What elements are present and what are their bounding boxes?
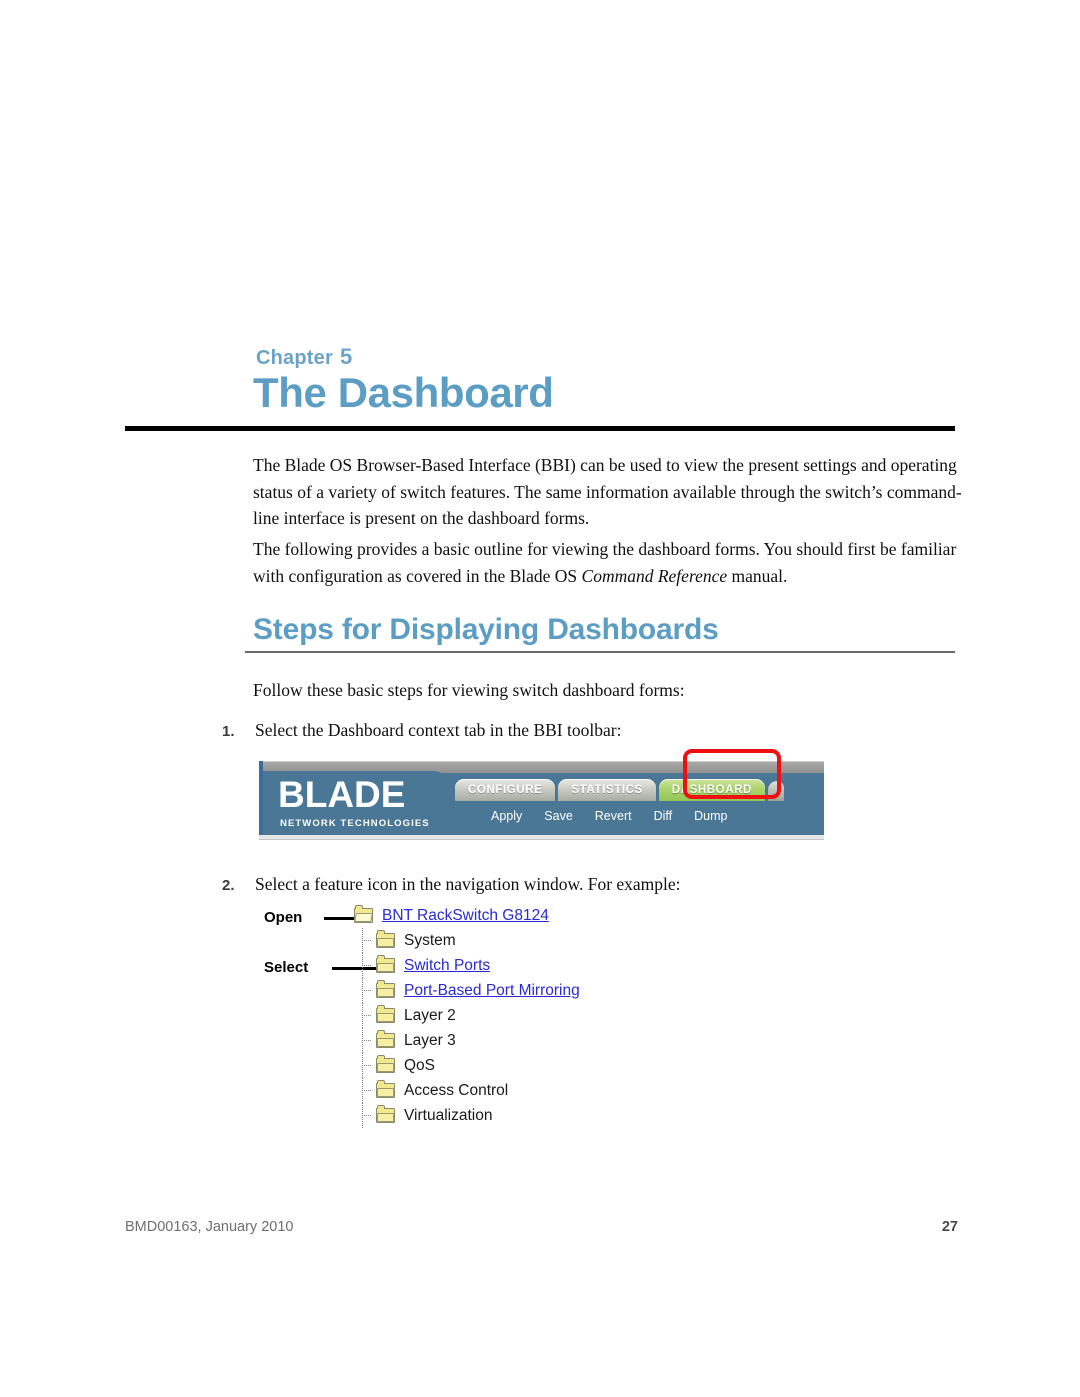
tab-statistics[interactable]: STATISTICS [558, 779, 656, 801]
folder-icon [376, 1005, 395, 1023]
folder-icon [376, 1105, 395, 1123]
tree-connector [362, 928, 375, 953]
tree-connector [362, 978, 375, 1003]
intro-paragraph-2: The following provides a basic outline f… [253, 536, 963, 589]
step-item-2: 2. Select a feature icon in the navigatio… [222, 872, 962, 898]
footer-document-id: BMD00163, January 2010 [125, 1219, 294, 1235]
tree-item-system[interactable]: System [354, 928, 684, 953]
chapter-eyebrow: Chapter 5 [256, 342, 352, 371]
document-page: { "chapter": { "eyebrow_word": "Chapter"… [0, 0, 1080, 1397]
tree-item-label: Port-Based Port Mirroring [404, 981, 580, 999]
bbi-action-links: Apply Save Revert Diff Dump [491, 809, 727, 823]
folder-icon [376, 1080, 395, 1098]
page-title: The Dashboard [253, 369, 554, 416]
tree-item-label: Switch Ports [404, 956, 491, 974]
tree-connector [362, 1028, 375, 1053]
tree-connector [362, 1103, 375, 1128]
tree-connector [362, 953, 375, 978]
tree-item-qos[interactable]: QoS [354, 1053, 684, 1078]
tree-item-access-control[interactable]: Access Control [354, 1078, 684, 1103]
tree-item-label: Layer 2 [404, 1006, 456, 1024]
dump-link[interactable]: Dump [694, 809, 727, 823]
tree-item-label: Virtualization [404, 1106, 493, 1124]
tree-item-switch-ports[interactable]: Switch Ports [354, 953, 684, 978]
tree-item-label: BNT RackSwitch G8124 [382, 906, 549, 924]
folder-icon [376, 980, 395, 998]
tree-item-layer-2[interactable]: Layer 2 [354, 1003, 684, 1028]
tree-item-label: System [404, 931, 456, 949]
step-text-2: Select a feature icon in the navigation … [255, 874, 681, 894]
tab-configure[interactable]: CONFIGURE [455, 779, 556, 801]
section-heading: Steps for Displaying Dashboards [253, 613, 719, 646]
callout-select-label: Select [264, 959, 309, 976]
folder-icon [376, 1055, 395, 1073]
tree-connector [362, 1003, 375, 1028]
tab-dashboard[interactable]: DASHBOARD [658, 779, 765, 801]
callout-open-leader-line [324, 917, 356, 920]
footer-page-number: 27 [941, 1219, 958, 1235]
bbi-toolbar-figure: BLADE NETWORK TECHNOLOGIES CONFIGURE STA… [259, 749, 824, 840]
tree-item-port-based-port-mirroring[interactable]: Port-Based Port Mirroring [354, 978, 684, 1003]
diff-link[interactable]: Diff [654, 809, 673, 823]
apply-link[interactable]: Apply [491, 809, 522, 823]
chapter-number: 5 [339, 344, 353, 369]
tree-connector [362, 1078, 375, 1103]
step-item-1: 1. Select the Dashboard context tab in th… [222, 718, 962, 744]
step-text-1: Select the Dashboard context tab in the … [255, 720, 622, 740]
bbi-bottom-edge [259, 835, 824, 840]
folder-icon [376, 955, 395, 973]
tree-item-layer-3[interactable]: Layer 3 [354, 1028, 684, 1053]
intro-paragraph-1: The Blade OS Browser-Based Interface (BB… [253, 455, 962, 528]
tree-item-label: QoS [404, 1056, 436, 1074]
folder-icon [376, 930, 395, 948]
revert-link[interactable]: Revert [595, 809, 632, 823]
blade-logo-tagline: NETWORK TECHNOLOGIES [280, 818, 430, 829]
folder-open-icon [354, 905, 373, 923]
title-divider [125, 426, 955, 431]
step-marker-1: 1. [222, 723, 235, 740]
steps-lead-in: Follow these basic steps for viewing swi… [253, 680, 685, 700]
bbi-context-tabs: CONFIGURE STATISTICS DASHBOARD [455, 775, 784, 801]
tree-item-label: Layer 3 [404, 1031, 456, 1049]
manual-title-italic: Command Reference [581, 565, 728, 586]
navigation-tree: BNT RackSwitch G8124 System Switch Ports… [354, 903, 684, 1128]
chapter-eyebrow-word: Chapter [256, 347, 333, 369]
save-link[interactable]: Save [544, 809, 573, 823]
step-marker-2: 2. [222, 877, 235, 894]
section-divider [245, 651, 955, 653]
tree-item-root[interactable]: BNT RackSwitch G8124 [354, 903, 684, 928]
tree-item-label: Access Control [404, 1081, 509, 1099]
tree-connector [362, 1053, 375, 1078]
tab-strip-stub [767, 781, 784, 801]
callout-open-label: Open [264, 909, 303, 926]
intro-paragraph-2-part-b: manual. [727, 565, 788, 586]
navigation-tree-figure: Open Select BNT RackSwitch G8124 System … [262, 903, 682, 1138]
tree-item-virtualization[interactable]: Virtualization [354, 1103, 684, 1128]
blade-logo: BLADE NETWORK TECHNOLOGIES [263, 771, 448, 835]
blade-logo-wordmark: BLADE [278, 774, 406, 815]
folder-icon [376, 1030, 395, 1048]
